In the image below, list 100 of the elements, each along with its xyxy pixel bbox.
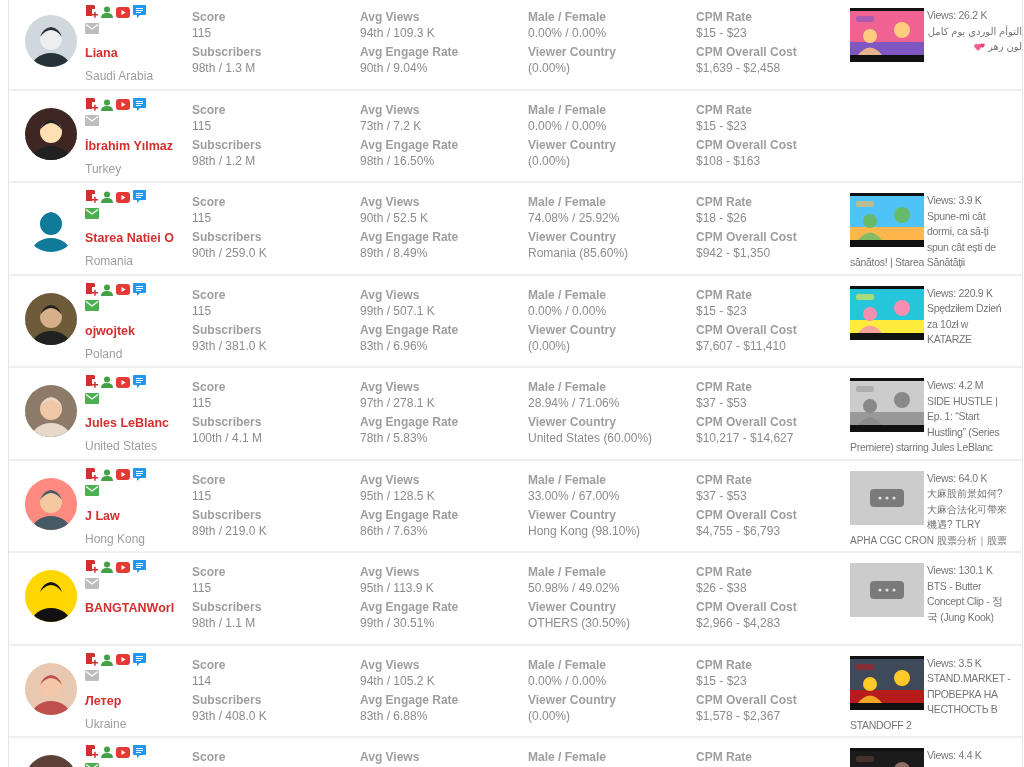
bookmark-plus-icon[interactable]	[85, 5, 98, 19]
person-icon[interactable]	[101, 98, 113, 111]
video-title-line[interactable]: ЧЕСТНОСТЬ В	[927, 702, 1022, 718]
stat-label: CPM Overall Cost	[696, 229, 798, 245]
stat-label: Score	[192, 564, 227, 580]
bookmark-plus-icon[interactable]	[85, 282, 98, 297]
stat-value: $15 - $23	[696, 117, 748, 134]
bookmark-plus-icon[interactable]	[85, 97, 98, 112]
channel-name-link[interactable]: Летер	[85, 692, 122, 709]
chat-icon[interactable]	[133, 652, 146, 667]
chat-icon[interactable]	[133, 5, 146, 19]
video-title-line[interactable]: Premiere) starring Jules LeBlanc	[850, 440, 1022, 456]
stat-label: CPM Overall Cost	[696, 599, 798, 615]
play-icon[interactable]	[116, 746, 130, 758]
person-icon[interactable]	[101, 6, 113, 18]
stat-value: $15 - $23	[696, 672, 748, 689]
chat-icon[interactable]	[133, 375, 146, 389]
person-icon[interactable]	[101, 653, 113, 666]
play-icon[interactable]	[116, 469, 130, 480]
bookmark-plus-icon[interactable]	[85, 190, 98, 204]
mail-icon[interactable]	[85, 392, 99, 404]
stat-value: 115	[192, 117, 213, 134]
bookmark-plus-icon[interactable]	[85, 467, 98, 482]
video-title-line[interactable]: التوأم الوردي يوم كامل	[927, 23, 1022, 39]
video-title-line[interactable]: spun cât ești de	[927, 239, 1022, 255]
stat-label: Male / Female	[528, 471, 608, 488]
bookmark-plus-icon[interactable]	[85, 560, 98, 574]
chat-icon[interactable]	[133, 190, 146, 204]
stat-value: Romania (85.60%)	[528, 245, 630, 261]
video-title-line[interactable]: Ep. 1: “Start	[927, 409, 1022, 425]
video-title-line[interactable]: SIDE HUSTLE |	[927, 393, 1022, 409]
person-icon[interactable]	[101, 746, 113, 758]
video-title-line[interactable]: STANDOFF 2	[850, 717, 1022, 733]
video-title-line[interactable]: ПРОВЕРКА НА	[927, 686, 1022, 702]
video-title-line[interactable]: Spędziłem Dzień	[927, 301, 1022, 317]
video-title-line[interactable]: 機遇? TLRY	[927, 517, 1022, 533]
channel-name-link[interactable]: BANGTANWorl	[85, 600, 175, 616]
stat-value: $942 - $1,350	[696, 245, 772, 261]
stat-value: (0.00%)	[528, 337, 572, 354]
video-title-line[interactable]: Hustling” (Series	[927, 424, 1022, 440]
person-icon[interactable]	[101, 468, 113, 481]
person-icon[interactable]	[101, 376, 113, 388]
stat-label: Male / Female	[528, 194, 608, 210]
chat-icon[interactable]	[133, 282, 146, 297]
video-title-line[interactable]: STAND.MARKET -	[927, 671, 1022, 687]
chat-icon[interactable]	[133, 467, 146, 482]
stat-label: Avg Views	[360, 564, 421, 580]
video-title-line[interactable]: 大麻股前景如何?	[927, 486, 1022, 502]
stat-value: 114	[192, 672, 213, 689]
channel-name-link[interactable]: Liana	[85, 45, 118, 61]
video-title-line[interactable]: Spune-mi cât	[927, 208, 1022, 224]
video-title-line[interactable]: KATARZE	[927, 332, 1022, 348]
video-title-line[interactable]: 국 (Jung Kook)	[927, 609, 1022, 625]
stat-label: Viewer Country	[528, 414, 617, 430]
video-title-line[interactable]: 大麻合法化可帶來	[927, 501, 1022, 517]
video-title-line[interactable]: dormi, ca să-ți	[927, 224, 1022, 240]
views-count: Views: 130.1 K	[927, 563, 994, 578]
play-icon[interactable]	[116, 284, 130, 295]
mail-icon[interactable]	[85, 207, 99, 219]
video-title-line[interactable]: APHA CGC CRON 股票分析｜股票	[850, 532, 1022, 548]
stat-label: CPM Rate	[696, 656, 753, 673]
channel-name-link[interactable]: J Law	[85, 507, 120, 524]
country-text: United States	[85, 438, 159, 454]
channel-name-link[interactable]: Jules LeBlanc	[85, 415, 170, 431]
video-title-line[interactable]: sănătos! | Starea Sănătății	[850, 255, 1022, 271]
play-icon[interactable]	[116, 654, 130, 665]
play-icon[interactable]	[116, 191, 130, 203]
mail-icon[interactable]	[85, 300, 99, 311]
channel-name-link[interactable]: Starea Natiei O	[85, 230, 174, 246]
stat-label: Viewer Country	[528, 44, 617, 60]
channel-name-link[interactable]: İbrahim Yılmaz	[85, 137, 173, 154]
chat-icon[interactable]	[133, 745, 146, 759]
play-icon[interactable]	[116, 6, 130, 18]
person-icon[interactable]	[101, 561, 113, 573]
stat-label: Viewer Country	[528, 229, 617, 245]
views-count: Views: 3.9 K	[927, 193, 983, 208]
play-icon[interactable]	[116, 561, 130, 573]
stat-value: 100th / 4.1 M	[192, 430, 264, 446]
stat-label: CPM Overall Cost	[696, 506, 798, 523]
bookmark-plus-icon[interactable]	[85, 745, 98, 759]
play-icon[interactable]	[116, 376, 130, 388]
person-icon[interactable]	[101, 283, 113, 296]
chat-icon[interactable]	[133, 97, 146, 112]
play-icon[interactable]	[116, 99, 130, 110]
stat-label: CPM Rate	[696, 101, 753, 118]
mail-icon[interactable]	[85, 485, 99, 496]
video-title-line[interactable]: Concept Clip - 정	[927, 594, 1022, 610]
bookmark-plus-icon[interactable]	[85, 375, 98, 389]
stat-label: CPM Overall Cost	[696, 691, 798, 708]
channel-name-link[interactable]: ojwojtek	[85, 322, 135, 339]
stat-label: CPM Rate	[696, 749, 753, 765]
bookmark-plus-icon[interactable]	[85, 652, 98, 667]
chat-icon[interactable]	[133, 560, 146, 574]
video-title-line[interactable]: لون زهر	[988, 41, 1022, 52]
stat-value: 97th / 278.1 K	[360, 395, 436, 411]
video-title-line[interactable]: za 10zł w	[927, 316, 1022, 332]
stat-label: Avg Engage Rate	[360, 691, 460, 708]
video-title-line[interactable]: BTS - Butter	[927, 578, 1022, 594]
country-text: Hong Kong	[85, 530, 147, 547]
person-icon[interactable]	[101, 191, 113, 203]
